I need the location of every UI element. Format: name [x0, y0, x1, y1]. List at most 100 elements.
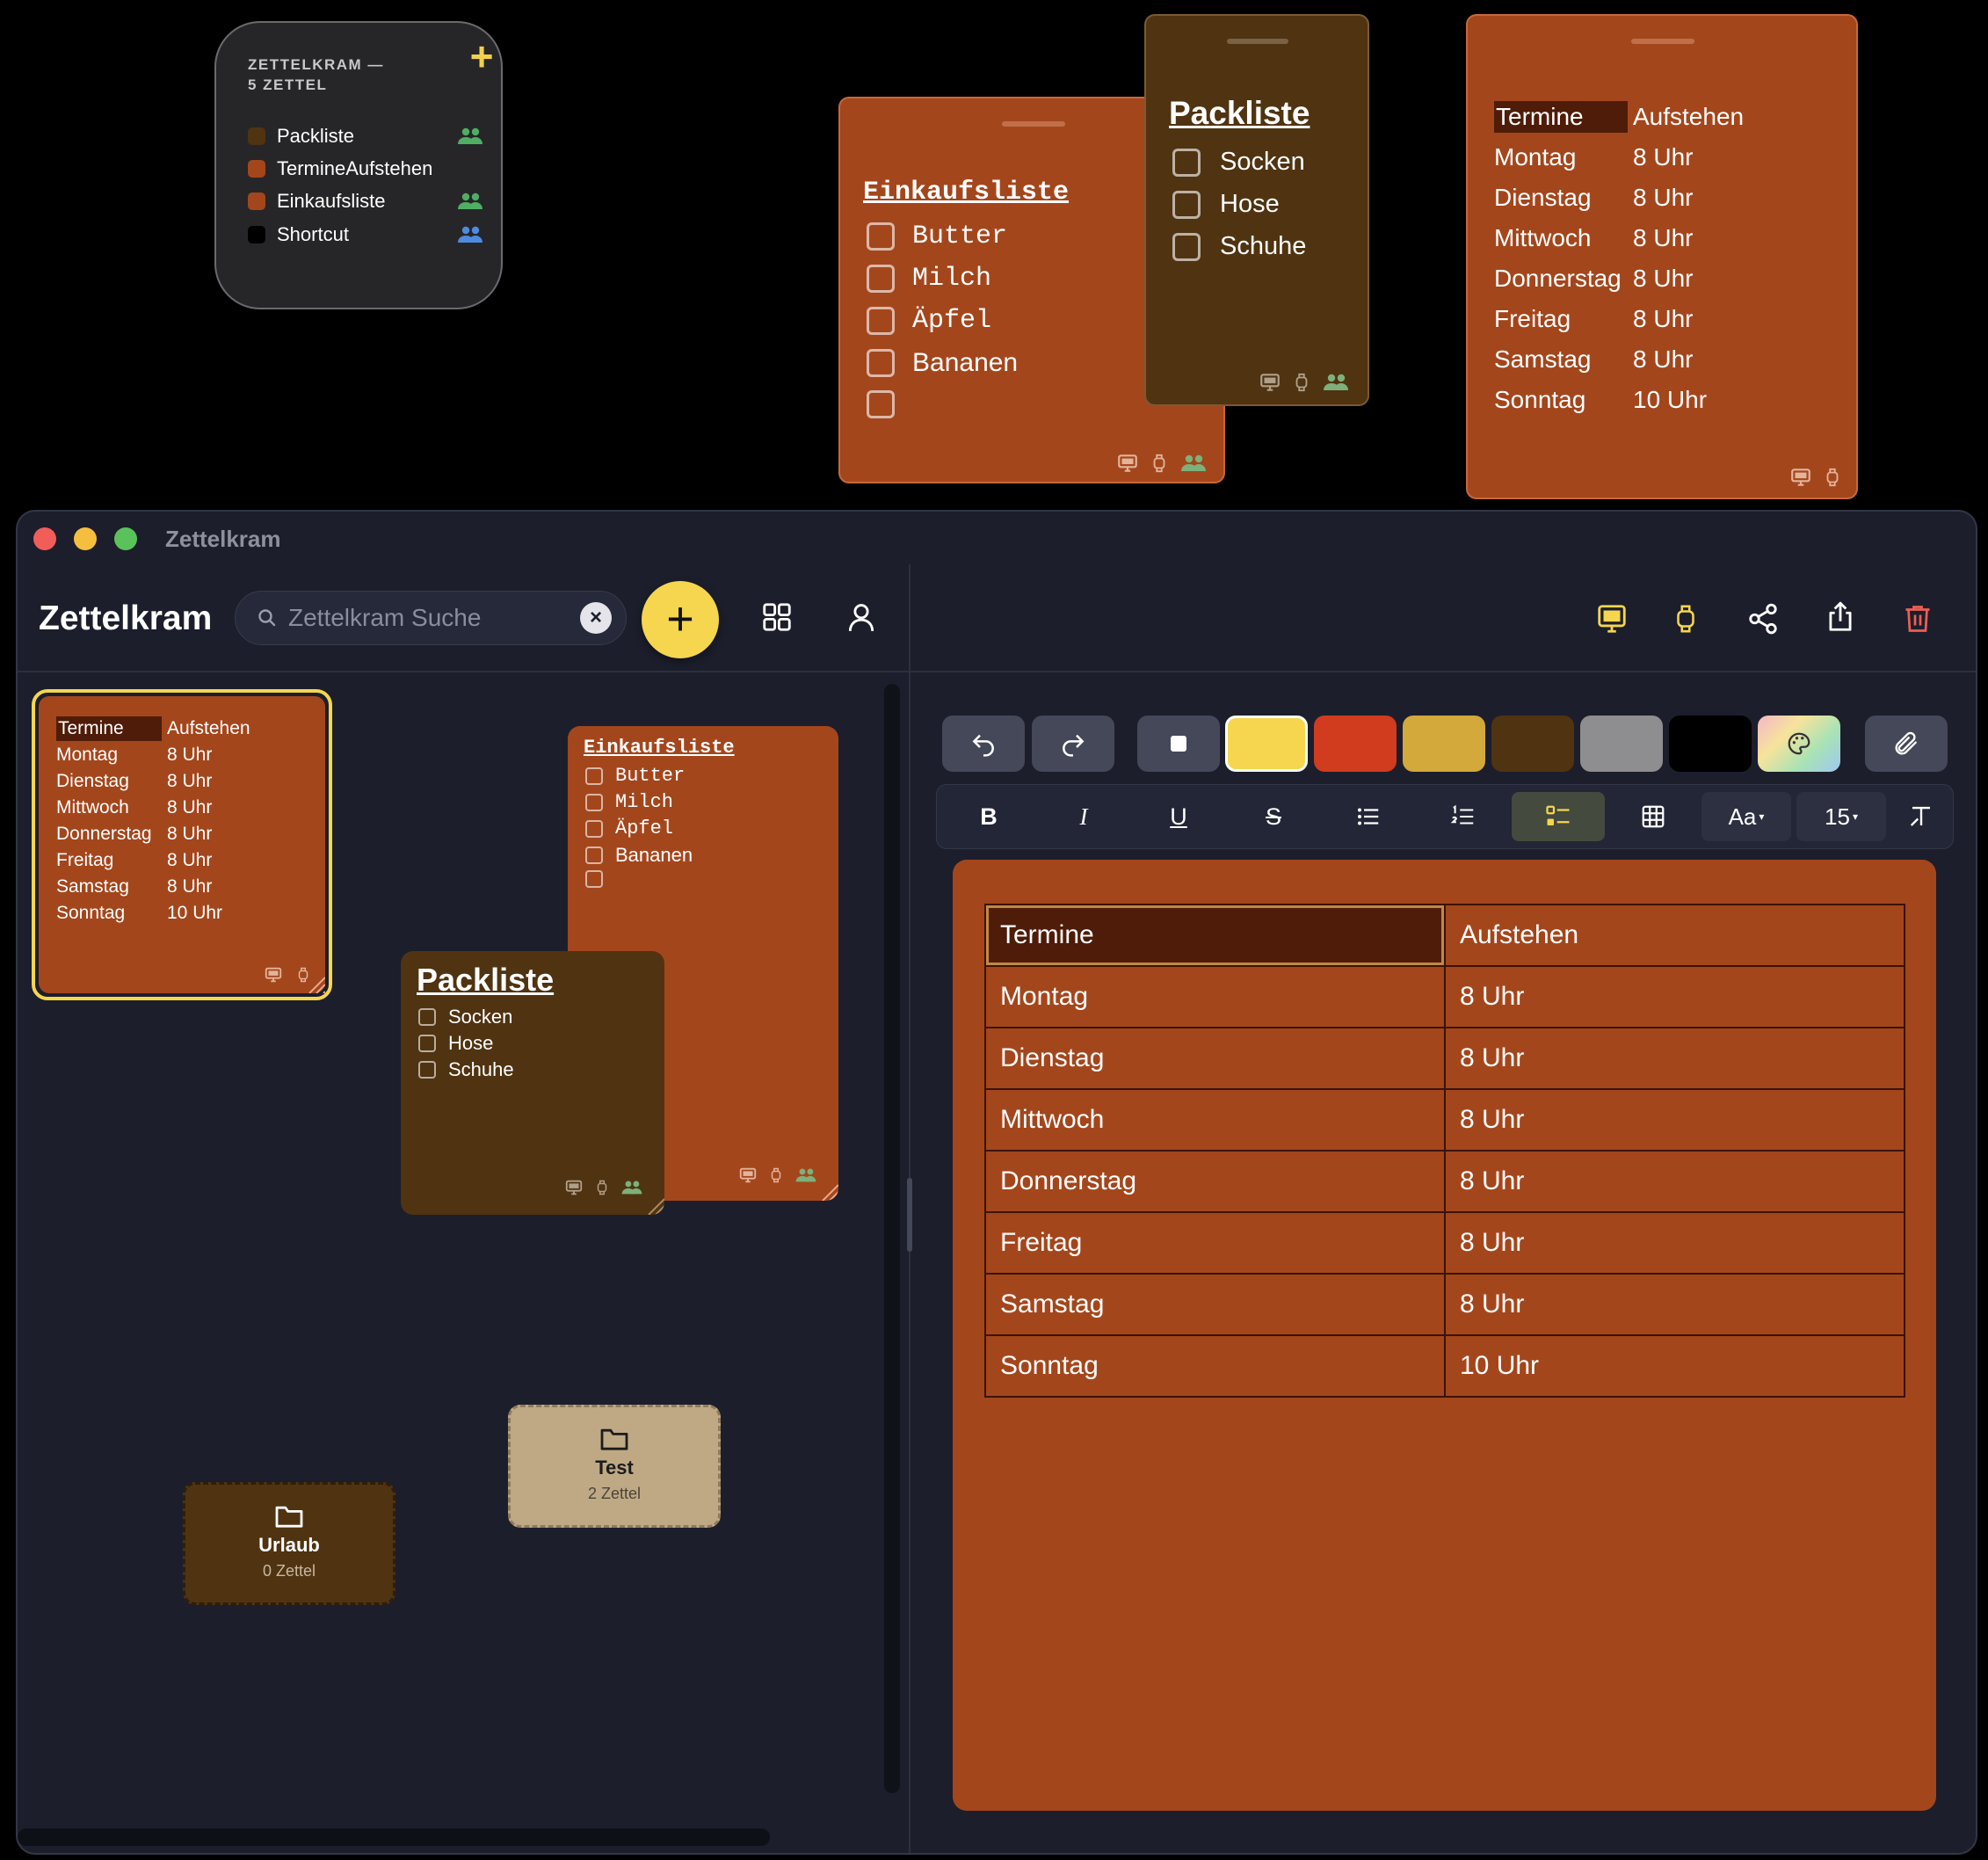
checkbox[interactable] — [867, 390, 895, 418]
font-size-button[interactable]: 15 ▾ — [1796, 792, 1886, 841]
color-swatch-button[interactable] — [1314, 716, 1397, 772]
minimize-window-button[interactable] — [74, 527, 97, 550]
checkbox[interactable] — [867, 265, 895, 293]
custom-color-button[interactable] — [1758, 716, 1840, 772]
floating-note-termine[interactable]: Termine Aufstehen Montag 8 Uhr Dienstag 8 Uhr… — [1466, 14, 1858, 499]
undo-button[interactable] — [942, 716, 1025, 772]
checkbox[interactable] — [867, 222, 895, 251]
table-cell[interactable]: 8 Uhr — [1444, 1150, 1905, 1213]
zoom-window-button[interactable] — [114, 527, 137, 550]
checkbox[interactable] — [418, 1008, 436, 1026]
export-button[interactable] — [1816, 592, 1865, 642]
trash-icon — [1905, 606, 1930, 632]
checkbox[interactable] — [418, 1061, 436, 1079]
add-note-button[interactable]: + — [642, 581, 719, 658]
table-cell[interactable]: Donnerstag — [984, 1150, 1446, 1213]
menu-item-termineaufstehen[interactable]: TermineAufstehen — [248, 154, 485, 184]
color-swatch-button[interactable] — [1580, 716, 1663, 772]
drag-handle[interactable] — [1227, 39, 1288, 44]
checkbox[interactable] — [1172, 190, 1201, 219]
table-cell[interactable]: Mittwoch — [984, 1088, 1446, 1152]
checklist-button[interactable] — [1512, 792, 1605, 841]
checkbox[interactable] — [585, 870, 603, 888]
table-cell[interactable]: 8 Uhr — [1444, 1027, 1905, 1090]
table-cell[interactable]: Montag — [984, 965, 1446, 1028]
table-cell[interactable]: 8 Uhr — [1444, 1211, 1905, 1275]
resize-grip-icon[interactable] — [817, 1180, 838, 1201]
color-swatch-button[interactable] — [1225, 716, 1308, 772]
table-cell[interactable]: Sonntag — [984, 1334, 1446, 1398]
numbered-list-button[interactable] — [1433, 792, 1494, 841]
checkbox[interactable] — [585, 819, 603, 838]
floating-note-packliste[interactable]: Packliste Socken Hose Schuhe — [1144, 14, 1369, 406]
checkbox[interactable] — [585, 793, 603, 811]
grid-view-button[interactable] — [752, 592, 802, 642]
horizontal-scrollbar[interactable] — [18, 1828, 770, 1846]
table-cell[interactable]: Freitag — [984, 1211, 1446, 1275]
clear-format-button[interactable] — [1897, 792, 1946, 841]
item-text: Socken — [448, 1006, 513, 1028]
color-swatch-button[interactable] — [1403, 716, 1485, 772]
checkbox[interactable] — [418, 1035, 436, 1052]
delete-button[interactable] — [1893, 594, 1942, 643]
add-note-plus-icon[interactable]: + — [462, 36, 501, 76]
show-on-desktop-button[interactable] — [1587, 594, 1636, 643]
table-row: Donnerstag 8 Uhr — [1494, 258, 1826, 299]
folder-urlaub[interactable]: Urlaub 0 Zettel — [183, 1482, 395, 1605]
account-button[interactable] — [837, 592, 886, 642]
folder-test[interactable]: Test 2 Zettel — [508, 1405, 721, 1528]
table-cell[interactable]: Termine — [984, 904, 1446, 967]
note-editor[interactable]: Termine Aufstehen Montag 8 Uhr Dienstag 8 Uhr… — [953, 860, 1936, 1811]
table-cell[interactable]: 8 Uhr — [1444, 1273, 1905, 1336]
checkbox[interactable] — [867, 349, 895, 377]
show-on-watch-button[interactable] — [1661, 594, 1710, 643]
table-row: Samstag 8 Uhr — [56, 874, 329, 900]
table-cell[interactable]: Dienstag — [984, 1027, 1446, 1090]
table-row: Donnerstag 8 Uhr — [984, 1150, 1905, 1213]
watch-icon — [1150, 452, 1169, 475]
checkbox[interactable] — [1172, 148, 1201, 177]
drag-handle[interactable] — [1631, 39, 1694, 44]
font-style-button[interactable]: Aa ▾ — [1701, 792, 1791, 841]
attach-button[interactable] — [1865, 716, 1948, 772]
table-cell: 8 Uhr — [167, 824, 213, 844]
table-cell: 8 Uhr — [1633, 345, 1694, 373]
vertical-scrollbar[interactable] — [884, 684, 900, 1793]
resize-grip-icon[interactable] — [643, 1194, 664, 1215]
clear-search-icon[interactable]: × — [580, 602, 612, 634]
strikethrough-button[interactable]: S — [1243, 792, 1304, 841]
menu-item-shortcut[interactable]: Shortcut — [248, 220, 485, 250]
people-icon — [620, 1180, 643, 1195]
board-note-packliste[interactable]: Packliste Socken Hose Schuhe — [401, 951, 664, 1215]
split-handle[interactable] — [907, 1178, 912, 1252]
note-table[interactable]: Termine Aufstehen Montag 8 Uhr Dienstag 8 Uhr… — [984, 904, 1905, 1398]
color-default-button[interactable] — [1137, 716, 1220, 772]
menu-item-packliste[interactable]: Packliste — [248, 121, 485, 151]
close-window-button[interactable] — [33, 527, 56, 550]
checkbox[interactable] — [867, 307, 895, 335]
share-button[interactable] — [1738, 594, 1788, 643]
color-swatch-button[interactable] — [1491, 716, 1574, 772]
italic-button[interactable]: I — [1053, 792, 1114, 841]
drag-handle[interactable] — [1002, 121, 1065, 127]
board-note-termine[interactable]: Termine Aufstehen Montag 8 Uhr Dienstag 8 Uhr… — [32, 689, 332, 1000]
table-cell[interactable]: 10 Uhr — [1444, 1334, 1905, 1398]
table-cell[interactable]: Aufstehen — [1444, 904, 1905, 967]
bullet-list-button[interactable] — [1338, 792, 1399, 841]
table-button[interactable] — [1622, 792, 1684, 841]
checkbox[interactable] — [585, 767, 603, 785]
color-swatch-button[interactable] — [1669, 716, 1752, 772]
menu-item-einkaufsliste[interactable]: Einkaufsliste — [248, 186, 485, 216]
bold-button[interactable]: B — [958, 792, 1019, 841]
search-input[interactable]: Zettelkram Suche — [288, 604, 580, 632]
search-field[interactable]: Zettelkram Suche × — [235, 591, 627, 645]
checkbox[interactable] — [585, 846, 603, 864]
note-title: Einkaufsliste — [584, 737, 735, 759]
table-cell[interactable]: 8 Uhr — [1444, 1088, 1905, 1152]
table-cell[interactable]: Samstag — [984, 1273, 1446, 1336]
redo-button[interactable] — [1032, 716, 1114, 772]
resize-grip-icon[interactable] — [304, 972, 325, 993]
checkbox[interactable] — [1172, 232, 1201, 261]
table-cell[interactable]: 8 Uhr — [1444, 965, 1905, 1028]
underline-button[interactable]: U — [1148, 792, 1209, 841]
